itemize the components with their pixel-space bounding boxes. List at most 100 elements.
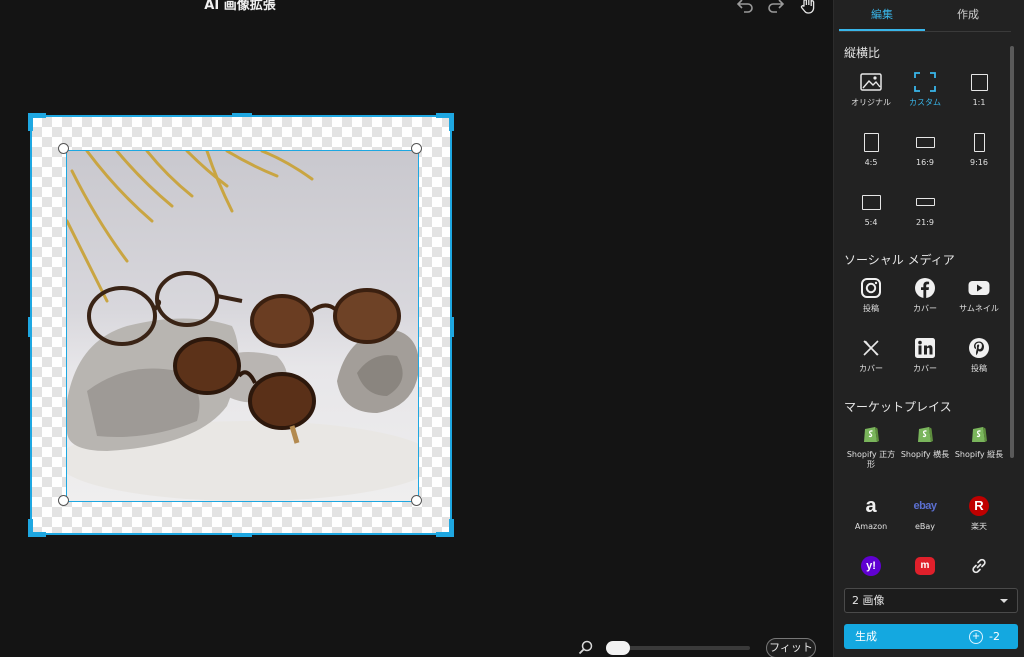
- aspect-original[interactable]: オリジナル: [843, 70, 899, 108]
- ratio-16-9-icon: [897, 130, 953, 154]
- aspect-label: カスタム: [909, 98, 941, 107]
- frame-edge-handle[interactable]: [232, 533, 252, 537]
- redo-icon[interactable]: [766, 0, 786, 15]
- aspect-label: 4:5: [864, 158, 878, 167]
- aspect-16-9[interactable]: 16:9: [897, 130, 953, 168]
- frame-edge-handle[interactable]: [232, 113, 252, 117]
- image-count-select[interactable]: 2 画像: [844, 588, 1018, 613]
- market-rakuten[interactable]: R 楽天: [951, 494, 1007, 532]
- image-resize-handle[interactable]: [58, 143, 69, 154]
- ratio-9-16-icon: [951, 130, 1007, 154]
- frame-corner-handle[interactable]: [28, 113, 46, 131]
- aspect-label: 16:9: [916, 158, 934, 167]
- zoom-icon: [578, 640, 594, 656]
- social-x-cover[interactable]: カバー: [843, 336, 899, 374]
- pinterest-icon: [951, 336, 1007, 360]
- zoom-slider-thumb[interactable]: [606, 641, 630, 655]
- yahoo-icon: y!: [843, 554, 899, 578]
- aspect-9-16[interactable]: 9:16: [951, 130, 1007, 168]
- expand-frame[interactable]: [28, 113, 454, 537]
- rakuten-icon: R: [951, 494, 1007, 518]
- frame-corner-handle[interactable]: [28, 519, 46, 537]
- tab-edit[interactable]: 編集: [839, 0, 925, 31]
- hand-icon[interactable]: [798, 0, 818, 15]
- instagram-icon: [843, 276, 899, 300]
- marketplace-section-title: マーケットプレイス: [844, 400, 952, 414]
- aspect-custom[interactable]: カスタム: [897, 70, 953, 108]
- market-shopify-portrait[interactable]: Shopify 縦長: [951, 422, 1007, 460]
- market-yahoo[interactable]: y!: [843, 554, 899, 578]
- aspect-section-title: 縦横比: [844, 46, 881, 60]
- market-label: Shopify 正方形: [846, 450, 896, 469]
- frame-edge-handle[interactable]: [450, 317, 454, 337]
- social-label: 投稿: [971, 364, 987, 373]
- tab-create[interactable]: 作成: [925, 0, 1011, 31]
- social-pinterest-post[interactable]: 投稿: [951, 336, 1007, 374]
- market-shopify-square[interactable]: Shopify 正方形: [843, 422, 899, 470]
- image-resize-handle[interactable]: [411, 143, 422, 154]
- market-shopify-landscape[interactable]: Shopify 横長: [897, 422, 953, 460]
- market-ebay[interactable]: ebay eBay: [897, 494, 953, 532]
- amazon-icon: a: [865, 495, 877, 517]
- market-label: 楽天: [971, 522, 987, 531]
- mercari-icon: m: [897, 554, 953, 578]
- ebay-icon: ebay: [913, 500, 937, 512]
- image-resize-handle[interactable]: [58, 495, 69, 506]
- aspect-label: オリジナル: [851, 98, 891, 107]
- frame-corner-handle[interactable]: [436, 519, 454, 537]
- generate-button[interactable]: 生成 + -2: [844, 624, 1018, 649]
- aspect-4-5[interactable]: 4:5: [843, 130, 899, 168]
- facebook-icon: [897, 276, 953, 300]
- credit-icon: +: [969, 629, 984, 644]
- social-label: サムネイル: [959, 304, 999, 313]
- market-mercari[interactable]: m: [897, 554, 953, 578]
- image-count-value: 2 画像: [852, 594, 885, 607]
- linkedin-icon: [897, 336, 953, 360]
- market-label: Shopify 縦長: [954, 450, 1004, 459]
- social-linkedin-cover[interactable]: カバー: [897, 336, 953, 374]
- social-instagram-post[interactable]: 投稿: [843, 276, 899, 314]
- credit-value: -2: [989, 630, 1000, 643]
- aspect-1-1[interactable]: 1:1: [951, 70, 1007, 108]
- credit-cost: + -2: [969, 624, 1000, 649]
- page-title: AI 画像拡張: [204, 0, 276, 13]
- ratio-21-9-icon: [897, 190, 953, 214]
- ratio-5-4-icon: [843, 190, 899, 214]
- social-facebook-cover[interactable]: カバー: [897, 276, 953, 314]
- market-label: Amazon: [854, 522, 888, 531]
- aspect-label: 1:1: [972, 98, 986, 107]
- fit-button[interactable]: フィット: [766, 638, 816, 657]
- market-link[interactable]: [951, 554, 1007, 578]
- source-image[interactable]: [66, 150, 419, 502]
- shopify-icon: [897, 422, 953, 446]
- market-label: Shopify 横長: [900, 450, 950, 459]
- social-section-title: ソーシャル メディア: [844, 253, 955, 267]
- aspect-label: 21:9: [916, 218, 934, 227]
- aspect-label: 5:4: [864, 218, 878, 227]
- social-label: カバー: [859, 364, 883, 373]
- aspect-5-4[interactable]: 5:4: [843, 190, 899, 228]
- undo-icon[interactable]: [735, 0, 755, 15]
- panel-tabs: 編集 作成: [839, 0, 1011, 32]
- panel-scrollbar[interactable]: [1010, 46, 1014, 458]
- aspect-label: 9:16: [970, 158, 988, 167]
- frame-corner-handle[interactable]: [436, 113, 454, 131]
- market-amazon[interactable]: a Amazon: [843, 494, 899, 532]
- shopify-icon: [843, 422, 899, 446]
- shopify-icon: [951, 422, 1007, 446]
- generate-label: 生成: [855, 630, 877, 643]
- social-label: カバー: [913, 364, 937, 373]
- image-resize-handle[interactable]: [411, 495, 422, 506]
- aspect-21-9[interactable]: 21:9: [897, 190, 953, 228]
- link-icon: [951, 554, 1007, 578]
- youtube-icon: [951, 276, 1007, 300]
- x-icon: [843, 336, 899, 360]
- market-label: eBay: [914, 522, 936, 531]
- social-label: 投稿: [863, 304, 879, 313]
- frame-edge-handle[interactable]: [28, 317, 32, 337]
- chevron-down-icon: [1000, 599, 1008, 603]
- settings-panel: 編集 作成 縦横比 オリジナル カスタム 1:1 4:5 16:9 9:16 5…: [833, 0, 1024, 657]
- ratio-4-5-icon: [843, 130, 899, 154]
- ratio-1-1-icon: [951, 70, 1007, 94]
- social-youtube-thumbnail[interactable]: サムネイル: [951, 276, 1007, 314]
